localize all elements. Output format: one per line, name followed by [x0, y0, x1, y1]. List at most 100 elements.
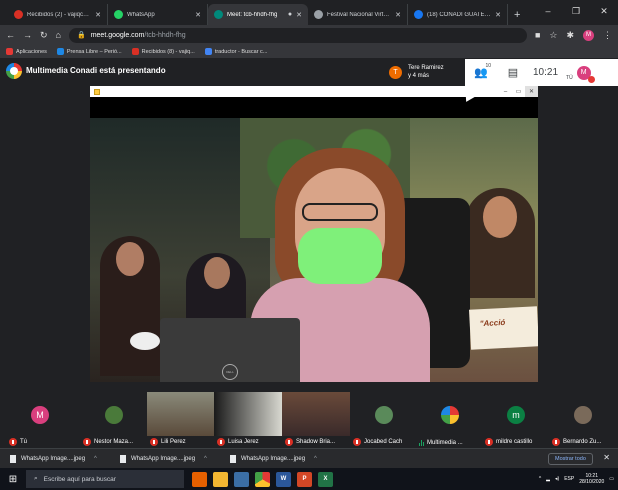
bookmark-translator[interactable]: traductor - Buscar c...	[204, 48, 267, 55]
chrome-icon[interactable]	[255, 471, 270, 487]
mic-off-icon	[9, 438, 17, 446]
volume-icon[interactable]: ◂)	[555, 476, 559, 482]
whatsapp-icon	[114, 10, 123, 19]
window-controls: – ❐ ✕	[534, 0, 618, 22]
participant-avatar: M	[31, 406, 49, 424]
participant-avatar: m	[507, 406, 525, 424]
bookmark-prensa[interactable]: Prensa Libre – Perió...	[56, 48, 122, 55]
self-label: TÚ	[566, 74, 573, 81]
network-icon[interactable]: ▂	[546, 476, 550, 482]
download-item[interactable]: WhatsApp Image....jpeg ^	[10, 454, 110, 463]
taskbar-apps: W P X	[192, 471, 333, 487]
download-filename: WhatsApp Image....jpeg	[21, 455, 86, 462]
back-icon[interactable]: ←	[6, 30, 15, 40]
tab-gmail[interactable]: Recibidos (2) - vajiqconad ✕	[8, 4, 108, 25]
tab-label: Meet: tcb-hhdh-fhg	[227, 11, 278, 18]
firefox-icon[interactable]	[192, 471, 207, 487]
home-icon[interactable]: ⌂	[56, 30, 61, 40]
participant-tile[interactable]: Multimedia ...	[416, 392, 484, 448]
file-icon	[10, 454, 16, 463]
chrome-icon	[314, 10, 323, 19]
chat-icon: ▤	[507, 67, 519, 79]
taskbar-search[interactable]: ⌕ Escribe aquí para buscar	[26, 470, 184, 488]
minimize-icon[interactable]: –	[534, 0, 562, 22]
chevron-up-icon[interactable]: ^	[539, 476, 541, 482]
close-icon[interactable]: ✕	[296, 11, 302, 19]
store-icon[interactable]	[234, 471, 249, 487]
forward-icon[interactable]: →	[23, 30, 32, 40]
notifications-icon[interactable]: ▭	[609, 476, 614, 482]
file-explorer-icon[interactable]	[213, 471, 228, 487]
participant-name: Shadow Bria...	[296, 439, 336, 445]
close-icon[interactable]: ✕	[95, 11, 101, 19]
taskbar-date: 28/10/2020	[579, 479, 605, 485]
participant-tile[interactable]: Nestor Maza...	[80, 392, 148, 448]
face	[204, 257, 230, 289]
participant-tile[interactable]: Jocabed Cach	[350, 392, 418, 448]
video-frame: "Acció DELL	[90, 118, 538, 382]
star-icon[interactable]: ☆	[549, 30, 557, 41]
menu-icon[interactable]: ⋮	[603, 30, 612, 41]
taskbar-clock[interactable]: 10:21 28/10/2020	[579, 473, 604, 485]
language-label[interactable]: ESP	[564, 476, 574, 482]
self-avatar[interactable]: M	[576, 65, 595, 83]
tab-strip: Recibidos (2) - vajiqconad ✕ WhatsApp ✕ …	[0, 0, 618, 25]
close-icon: ✕	[525, 86, 538, 97]
apps-icon	[6, 48, 13, 55]
show-all-button[interactable]: Mostrar todo	[548, 453, 593, 465]
chevron-up-icon[interactable]: ^	[94, 456, 97, 462]
profile-avatar[interactable]: M	[583, 29, 594, 41]
close-icon[interactable]: ✕	[395, 11, 401, 19]
word-icon[interactable]: W	[276, 471, 291, 487]
participants-button[interactable]: 👥 10	[465, 59, 497, 86]
bookmark-apps[interactable]: Aplicaciones	[6, 48, 47, 55]
chat-button[interactable]: ▤	[497, 59, 529, 86]
participant-avatar	[441, 406, 459, 424]
tab-festival[interactable]: Festival Nacional Virtual In ✕	[308, 4, 408, 25]
toolbar-icons: ■ ☆ ✱ M ⋮	[535, 29, 612, 41]
windows-start-icon[interactable]: ⊞	[0, 474, 26, 485]
close-icon[interactable]: ✕	[495, 11, 501, 19]
participant-tile[interactable]: Lili Perez	[147, 392, 215, 448]
mic-off-icon	[285, 438, 293, 446]
participant-tile[interactable]: m mildre castillo	[482, 392, 550, 448]
url-path: /tcb-hhdh-fhg	[144, 31, 186, 39]
chevron-up-icon[interactable]: ^	[314, 456, 317, 462]
bookmark-label: Recibidos (8) - vajiq...	[141, 48, 195, 55]
participant-tile[interactable]: Bernardo Zu...	[549, 392, 617, 448]
gmail-icon	[131, 48, 139, 55]
extensions-icon[interactable]: ✱	[566, 30, 574, 41]
file-icon	[230, 454, 236, 463]
banner-text: "Acció	[468, 306, 538, 350]
reload-icon[interactable]: ↻	[40, 30, 48, 41]
tab-whatsapp[interactable]: WhatsApp ✕	[108, 4, 208, 25]
shared-window: – ▭ ✕ "Acció DELL	[90, 86, 538, 382]
participant-avatar	[105, 406, 123, 424]
chevron-up-icon[interactable]: ^	[204, 456, 207, 462]
participant-tile[interactable]: M Tú	[6, 392, 74, 448]
join-text: Tere Ramirez y 4 más	[408, 64, 444, 80]
bookmark-gmail[interactable]: Recibidos (8) - vajiq...	[131, 48, 195, 55]
close-window-icon[interactable]: ✕	[590, 0, 618, 22]
download-filename: WhatsApp Image....jpeg	[241, 455, 306, 462]
close-icon[interactable]: ✕	[603, 453, 610, 462]
participant-tile[interactable]: Shadow Bria...	[282, 392, 350, 448]
tab-facebook[interactable]: (18) CONADI GUATEMALA ✕	[408, 4, 508, 25]
facebook-icon	[414, 10, 423, 19]
new-tab-button[interactable]: +	[514, 9, 520, 21]
participant-tile[interactable]: Luisa Jerez	[214, 392, 282, 448]
speaker-mask	[298, 228, 382, 284]
restore-icon[interactable]: ❐	[562, 0, 590, 22]
meet-toolbar: 👥 10 ▤ 10:21 TÚ M	[465, 59, 618, 86]
participant-name: Luisa Jerez	[228, 439, 259, 445]
participant-name: Multimedia ...	[427, 440, 463, 446]
camera-icon[interactable]: ■	[535, 30, 540, 40]
excel-icon[interactable]: X	[318, 471, 333, 487]
tab-label: (18) CONADI GUATEMALA	[427, 11, 491, 18]
download-item[interactable]: WhatsApp Image....jpeg ^	[120, 454, 220, 463]
tab-meet[interactable]: Meet: tcb-hhdh-fhg ● ✕	[208, 4, 308, 25]
download-item[interactable]: WhatsApp Image....jpeg ^	[230, 454, 330, 463]
url-bar[interactable]: 🔒 meet.google.com/tcb-hhdh-fhg	[68, 27, 527, 43]
powerpoint-icon[interactable]: P	[297, 471, 312, 487]
close-icon[interactable]: ✕	[195, 11, 201, 19]
